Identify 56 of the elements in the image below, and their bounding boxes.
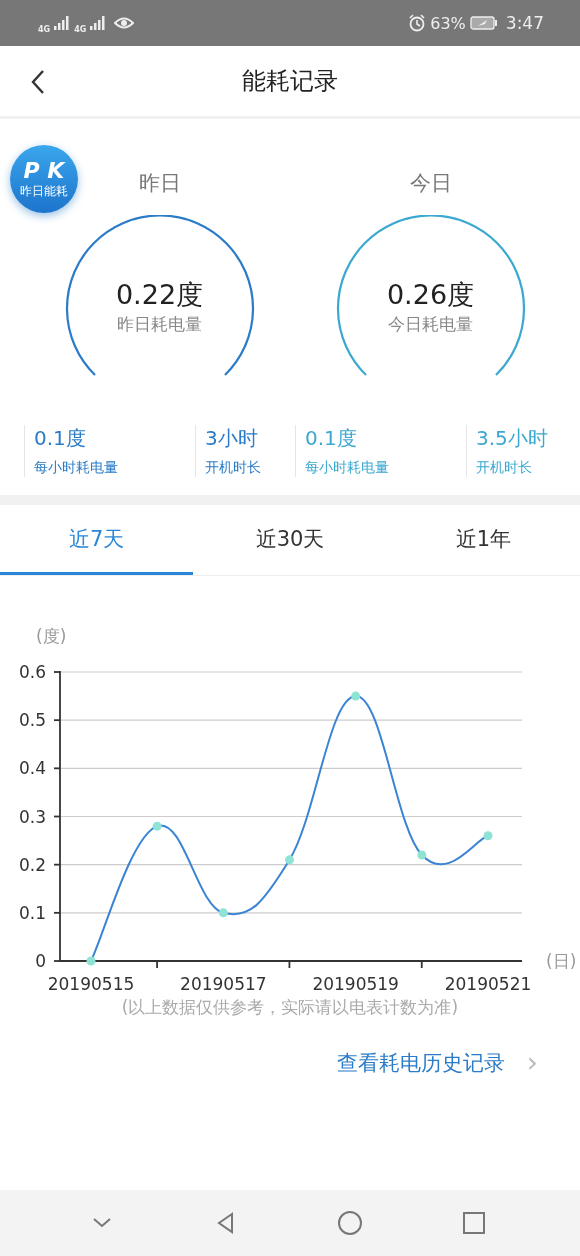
- y-tick-label: 0.3: [18, 806, 46, 827]
- disclaimer-note: (以上数据仅供参考，实际请以电表计数为准): [121, 997, 459, 1017]
- y-tick-label: 0.1: [18, 902, 46, 923]
- period-tab[interactable]: 近1年: [386, 505, 580, 575]
- data-point: [285, 855, 294, 865]
- eye-icon: [114, 15, 135, 31]
- square-recents-icon: [463, 1212, 485, 1234]
- data-point: [152, 821, 162, 831]
- signal-icon: [54, 16, 71, 30]
- day-title: 昨日: [138, 170, 181, 197]
- stat-value: 3.5小时: [476, 425, 548, 452]
- chevron-icon: ›: [526, 1046, 538, 1079]
- energy-amount: 0.22度: [115, 278, 204, 312]
- stat-label: 开机时长: [205, 459, 261, 477]
- back-chevron-icon: [30, 69, 46, 95]
- stat-label: 每小时耗电量: [305, 459, 389, 477]
- pk-button[interactable]: P K 昨日能耗: [10, 145, 78, 213]
- x-tick-label: 20190517: [180, 974, 267, 994]
- stat-value: 0.1度: [305, 425, 357, 452]
- period-tab[interactable]: 近7天: [0, 505, 194, 575]
- clock-time: 3:47: [505, 13, 544, 33]
- axis-unit: (日): [546, 951, 577, 971]
- alarm-icon: [408, 14, 427, 32]
- y-tick-label: 0.2: [18, 854, 46, 875]
- stat-value: 3小时: [205, 425, 258, 452]
- signal-icon: [90, 16, 107, 30]
- day-title: 今日: [409, 170, 452, 197]
- data-point: [351, 691, 361, 701]
- data-point: [218, 908, 228, 918]
- stat-label: 每小时耗电量: [34, 459, 118, 477]
- x-tick-label: 20190519: [312, 974, 399, 994]
- y-tick-label: 0.6: [18, 662, 46, 682]
- stat-value: 0.1度: [34, 425, 86, 452]
- x-tick-label: 20190515: [47, 974, 135, 994]
- battery-percent: 63%: [430, 13, 466, 33]
- data-point: [483, 831, 493, 841]
- network-label: 4G: [38, 24, 51, 34]
- battery-icon: [469, 16, 498, 30]
- stat-label: 开机时长: [476, 459, 532, 477]
- circle-home-icon: [338, 1211, 362, 1235]
- y-tick-label: 0.5: [18, 710, 46, 731]
- energy-label: 昨日耗电量: [117, 313, 202, 336]
- chevron-down-icon: [93, 1218, 111, 1228]
- axis-unit: (度): [36, 626, 67, 646]
- y-tick-label: 0.4: [18, 758, 46, 779]
- history-link[interactable]: 查看耗电历史记录 ›: [336, 1046, 538, 1079]
- page-title: 能耗记录: [242, 66, 338, 97]
- y-tick-label: 0: [35, 951, 46, 971]
- data-point: [86, 956, 96, 966]
- energy-amount: 0.26度: [386, 278, 475, 312]
- triangle-back-icon: [217, 1212, 233, 1234]
- energy-label: 今日耗电量: [388, 313, 473, 336]
- x-tick-label: 20190521: [444, 974, 532, 994]
- period-tab[interactable]: 近30天: [193, 505, 387, 575]
- data-point: [417, 850, 427, 860]
- network-label: 4G: [74, 24, 87, 34]
